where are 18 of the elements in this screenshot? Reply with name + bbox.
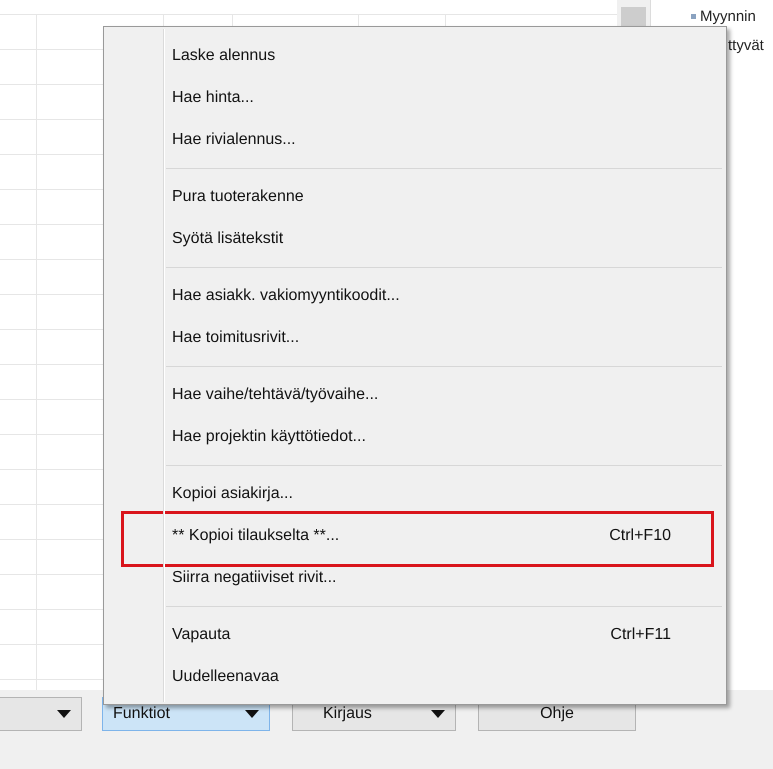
menu-item[interactable]: Hae toimitusrivit... (104, 317, 726, 359)
menu-item[interactable]: Hae rivialennus... (104, 119, 726, 161)
menu-item[interactable]: Uudelleenavaa (104, 656, 726, 698)
panel-link[interactable]: Myynnin (700, 8, 756, 25)
dropdown-button[interactable] (0, 697, 82, 731)
menu-item[interactable]: Hae vaihe/tehtävä/työvaihe... (104, 374, 726, 416)
menu-item[interactable]: Pura tuoterakenne (104, 176, 726, 218)
menu-item[interactable]: ** Kopioi tilaukselta **... Ctrl+F10 (124, 515, 711, 557)
menu-item[interactable]: Syötä lisätekstit (104, 218, 726, 260)
menu-item[interactable]: Laske alennus (104, 35, 726, 77)
menu-item[interactable]: Vapauta Ctrl+F11 (104, 614, 726, 656)
panel-text: ttyvät (728, 37, 765, 54)
menu-item[interactable]: Hae projektin käyttötiedot... (104, 416, 726, 458)
menu-item[interactable]: Hae hinta... (104, 77, 726, 119)
menu-item[interactable]: Kopioi asiakirja... (104, 473, 726, 515)
menu-item[interactable]: Hae asiakk. vakiomyyntikoodit... (104, 275, 726, 317)
menu-item[interactable]: Siirra negatiiviset rivit... (104, 557, 726, 599)
bullet-icon (691, 14, 696, 19)
